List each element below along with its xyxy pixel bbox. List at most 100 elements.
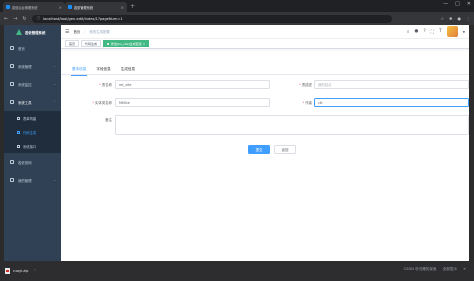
send-icon [10,160,14,164]
tab-title: 若依管理系统 [74,5,94,10]
font-size-icon[interactable]: T [439,29,442,34]
sidebar-item-tools[interactable]: 系统工具 ⌃ [4,93,61,111]
main-content: ☰ 首页 / 修改生成配置 ⌕ ● ? ⛶ T ▼ 首页 代码生成 修改[bs_… [61,25,469,261]
browser-tab[interactable]: 若依后台管理系统 × [3,2,65,12]
reload-icon[interactable]: ↻ [22,16,26,22]
submit-button[interactable]: 提交 [248,145,270,154]
required-mark: * [299,83,301,87]
minimize-button[interactable]: — [443,1,448,7]
table-desc-label: *表描述 [277,82,312,87]
breadcrumb-separator: / [84,29,86,34]
monitor-icon [10,82,14,86]
label-text: 表名称 [101,83,112,87]
tab-gen-info[interactable]: 生成信息 [116,64,140,75]
close-tab-icon[interactable]: × [121,5,124,10]
label-text: 作者 [305,101,312,105]
navbar: ☰ 首页 / 修改生成配置 ⌕ ● ? ⛶ T ▼ [61,25,469,39]
chevron-up-icon: ⌃ [52,100,56,104]
required-mark: * [92,101,95,105]
bookmark-star-icon[interactable]: ☆ [441,16,445,21]
hamburger-icon[interactable]: ☰ [65,29,69,35]
close-shelf-icon[interactable]: ✕ [463,267,466,272]
sidebar-item-swagger[interactable]: 系统接口 [4,139,61,153]
fullscreen-icon[interactable]: ⛶ [431,29,434,35]
api-icon [17,144,20,148]
sidebar-item-label: 若依官网 [18,160,32,165]
sidebar-item-form-build[interactable]: 表单构建 [4,111,61,125]
browser-tab-active[interactable]: 若依管理系统 × [65,2,127,12]
tag-home[interactable]: 首页 [65,40,80,47]
sidebar-item-label: 表单构建 [23,116,37,121]
back-button[interactable]: 返回 [274,145,296,154]
sidebar-item-label: 代码生成 [23,130,37,135]
window-controls: — □ ✕ [443,1,471,7]
chevron-down-icon: ⌄ [52,82,56,86]
download-item[interactable]: ruoyi.zip ⌃ [5,265,57,277]
avatar[interactable] [446,26,458,37]
extensions-icon[interactable]: ✱ [449,16,452,21]
sidebar-item-my[interactable]: 我的管理 ⌄ [4,171,61,189]
sidebar-item-codegen[interactable]: 代码生成 [4,125,61,139]
back-icon[interactable]: ← [4,16,8,22]
tag-label: 修改[bs_site]生成配置 × [111,41,146,46]
download-shelf-right: CSDN @沉睡的呆鱼 全部显示 ✕ [404,267,466,272]
remark-textarea[interactable] [115,115,469,135]
url-field[interactable]: ⓘ localhost/tool/gen-edit/index/1?pageNu… [31,14,392,23]
search-icon[interactable]: ⌕ [407,29,410,35]
menu-icon[interactable]: ⋮ [466,16,470,21]
url-text: localhost/tool/gen-edit/index/1?pageNum=… [43,16,123,21]
entity-name-input[interactable]: MtSite [115,98,270,107]
sidebar-logo[interactable]: 若依管理系统 [4,25,61,39]
browser-actions: ☆ ✱ ● ⋮ [441,16,470,21]
show-all-link[interactable]: 全部显示 [443,267,457,272]
sidebar-item-label: 系统工具 [18,100,32,105]
form-icon [17,116,20,120]
active-dot-icon [107,42,110,45]
maximize-button[interactable]: □ [455,1,460,7]
breadcrumb-home[interactable]: 首页 [73,29,80,34]
address-bar-row: ← → ↻ ⓘ localhost/tool/gen-edit/index/1?… [0,12,474,25]
tab-basic-info[interactable]: 基本信息 [67,64,91,76]
table-name-input[interactable]: mt_site [115,80,270,89]
info-icon[interactable]: ⓘ [37,16,41,21]
help-icon[interactable]: ? [423,29,425,34]
required-mark: * [302,101,305,105]
code-icon [17,130,20,134]
logo-icon [16,29,22,35]
close-tab-icon[interactable]: × [59,5,62,10]
close-window-button[interactable]: ✕ [467,1,471,7]
settings-icon [10,64,14,68]
required-mark: * [99,83,101,87]
sidebar-item-label: 系统接口 [23,144,37,149]
github-icon[interactable]: ● [414,29,418,34]
tab-title: 若依后台管理系统 [12,5,38,10]
tools-submenu: 表单构建 代码生成 系统接口 [4,111,61,153]
tag-codegen[interactable]: 代码生成 [81,40,102,47]
sidebar-item-label: 我的管理 [18,178,32,183]
sidebar-item-website[interactable]: 若依官网 [4,153,61,171]
user-icon [10,178,14,182]
label-text: 实体类名称 [95,101,112,105]
table-desc-input[interactable]: 我的站点 [314,80,469,89]
table-name-label: *表名称 [61,82,112,87]
edit-tabs: 基本信息 字段信息 生成信息 [61,64,469,76]
caret-down-icon[interactable]: ▼ [463,30,465,34]
download-file-name: ruoyi.zip [13,269,29,273]
tags-view: 首页 代码生成 修改[bs_site]生成配置 × [61,39,469,49]
sidebar-item-system[interactable]: 系统管理 ⌄ [4,57,61,75]
profile-icon[interactable]: ● [458,16,462,21]
sidebar-item-monitor[interactable]: 系统监控 ⌄ [4,75,61,93]
app-window: 若依管理系统 首页 系统管理 ⌄ 系统监控 ⌄ 系统工具 ⌃ 表单构建 代码生成… [4,25,469,261]
tag-edit-gen[interactable]: 修改[bs_site]生成配置 × [103,40,150,47]
sidebar-item-home[interactable]: 首页 [4,39,61,57]
author-input[interactable]: ctt [314,98,469,107]
navbar-actions: ⌕ ● ? ⛶ T ▼ [407,26,465,37]
browser-tab-strip: 若依后台管理系统 × 若依管理系统 × + — □ ✕ [0,0,474,12]
chevron-up-icon[interactable]: ⌃ [33,269,36,273]
site-favicon-icon [6,5,10,9]
brand-name: 若依管理系统 [25,30,46,35]
sidebar-item-label: 系统管理 [18,64,32,69]
tab-column-info[interactable]: 字段信息 [91,64,115,75]
forward-icon[interactable]: → [13,16,17,22]
new-tab-button[interactable]: + [130,3,135,10]
